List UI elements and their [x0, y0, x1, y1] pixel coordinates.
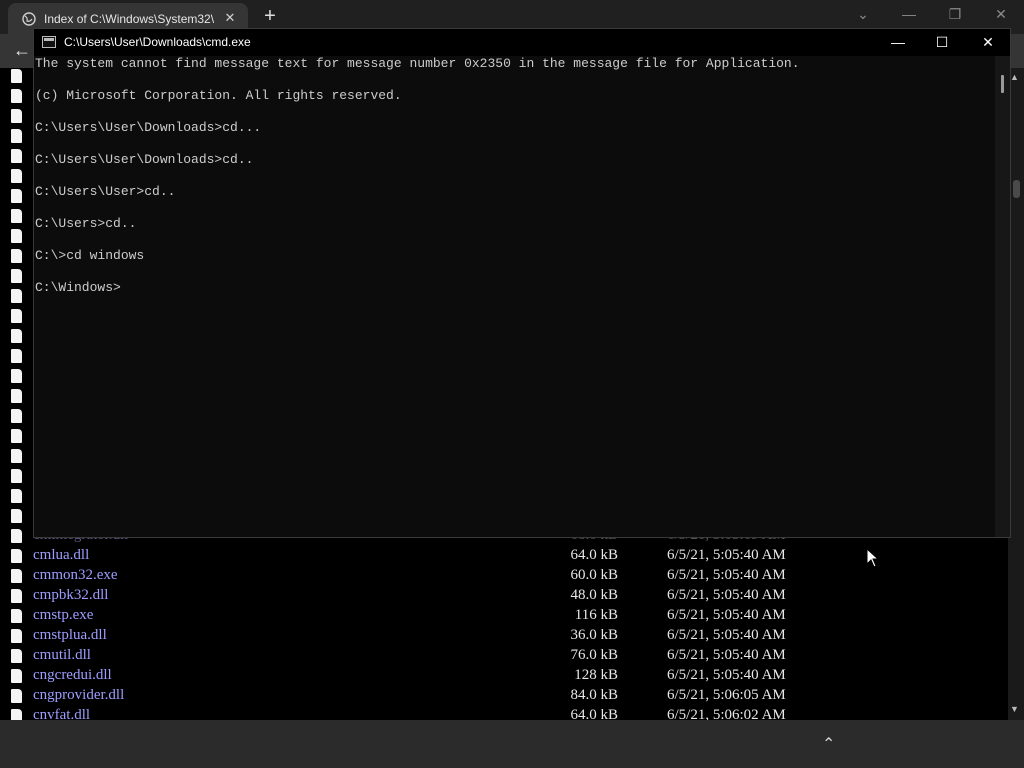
file-size: 76.0 kB: [570, 647, 618, 663]
chevron-up-icon[interactable]: ⌃: [822, 734, 835, 754]
file-date: 6/5/21, 5:06:05 AM: [667, 687, 786, 703]
file-icon: [11, 449, 22, 463]
file-icon: [11, 389, 22, 403]
console-line: C:\>cd windows: [35, 248, 145, 263]
file-icon: [11, 369, 22, 383]
scroll-down-arrow-icon[interactable]: ▼: [1010, 704, 1019, 714]
bottom-bar: [0, 720, 1024, 768]
table-row: cmlua.dll 64.0 kB 6/5/21, 5:05:40 AM: [0, 547, 1000, 567]
console-output[interactable]: The system cannot find message text for …: [34, 56, 994, 536]
file-name-link[interactable]: cngprovider.dll: [33, 687, 124, 704]
console-line: C:\Users\User\Downloads>cd..: [35, 152, 254, 167]
file-icon: [11, 329, 22, 343]
console-icon: [42, 36, 56, 48]
file-icon: [11, 509, 22, 523]
table-row: cmmon32.exe 60.0 kB 6/5/21, 5:05:40 AM: [0, 567, 1000, 587]
file-name-link[interactable]: cmmon32.exe: [33, 567, 118, 584]
file-name-link[interactable]: cmlua.dll: [33, 547, 89, 564]
restore-icon[interactable]: ❐: [945, 6, 965, 23]
table-row: cnvfat.dll 64.0 kB 6/5/21, 5:06:02 AM: [0, 707, 1000, 720]
file-name-link[interactable]: cmutil.dll: [33, 647, 91, 664]
file-icon: [11, 129, 22, 143]
file-name-link[interactable]: cmpbk32.dll: [33, 587, 108, 604]
file-icon: [11, 349, 22, 363]
file-size: 84.0 kB: [570, 687, 618, 703]
scroll-up-arrow-icon[interactable]: ▲: [1010, 72, 1019, 82]
file-icon: [11, 469, 22, 483]
file-icon: [11, 209, 22, 223]
file-size: 128 kB: [574, 667, 618, 683]
table-row: cmstplua.dll 36.0 kB 6/5/21, 5:05:40 AM: [0, 627, 1000, 647]
console-line: C:\Users\User\Downloads>cd...: [35, 120, 262, 135]
cmd-scrollbar[interactable]: [995, 56, 1010, 537]
cmd-maximize-button[interactable]: ☐: [927, 32, 957, 52]
page-scroll-thumb[interactable]: [1013, 180, 1020, 198]
cmd-close-button[interactable]: ✕: [973, 32, 1003, 52]
file-icon: [11, 229, 22, 243]
close-icon[interactable]: ✕: [991, 6, 1011, 23]
file-date: 6/5/21, 5:05:40 AM: [667, 627, 786, 643]
file-date: 6/5/21, 5:05:40 AM: [667, 667, 786, 683]
file-icon: [11, 89, 22, 103]
cmd-scroll-thumb[interactable]: [1001, 75, 1004, 93]
cmd-minimize-button[interactable]: —: [883, 32, 913, 52]
console-line: C:\Windows>: [35, 280, 121, 295]
file-name-link[interactable]: cmstplua.dll: [33, 627, 107, 644]
cmd-window-title: C:\Users\User\Downloads\cmd.exe: [64, 35, 251, 49]
file-icon: [11, 149, 22, 163]
console-line: The system cannot find message text for …: [35, 56, 800, 71]
file-size: 64.0 kB: [570, 707, 618, 720]
file-date: 6/5/21, 5:05:40 AM: [667, 567, 786, 583]
globe-icon: [22, 11, 36, 26]
back-arrow-icon[interactable]: ←: [10, 40, 34, 64]
mouse-cursor-icon: [866, 548, 880, 568]
file-icon: [11, 289, 22, 303]
file-size: 36.0 kB: [570, 627, 618, 643]
file-name-link[interactable]: cngcredui.dll: [33, 667, 112, 684]
file-icon: [11, 269, 22, 283]
cmd-titlebar[interactable]: C:\Users\User\Downloads\cmd.exe — ☐ ✕: [34, 29, 1010, 56]
file-icon: [11, 309, 22, 323]
file-date: 6/5/21, 5:05:40 AM: [667, 607, 786, 623]
file-date: 6/5/21, 5:05:40 AM: [667, 647, 786, 663]
file-size: 60.0 kB: [570, 567, 618, 583]
cmd-window[interactable]: C:\Users\User\Downloads\cmd.exe — ☐ ✕ Th…: [33, 28, 1011, 538]
file-icon: [11, 189, 22, 203]
table-row: cngprovider.dll 84.0 kB 6/5/21, 5:06:05 AM: [0, 687, 1000, 707]
chevron-down-icon[interactable]: ⌄: [853, 6, 873, 23]
file-name-link[interactable]: cnvfat.dll: [33, 707, 90, 720]
table-row: cmpbk32.dll 48.0 kB 6/5/21, 5:05:40 AM: [0, 587, 1000, 607]
file-icon: [11, 109, 22, 123]
file-icon: [11, 409, 22, 423]
file-date: 6/5/21, 5:05:40 AM: [667, 547, 786, 563]
file-size: 64.0 kB: [570, 547, 618, 563]
console-line: C:\Users\User>cd..: [35, 184, 176, 199]
file-icon: [11, 69, 22, 83]
file-name-link[interactable]: cmstp.exe: [33, 607, 93, 624]
minimize-icon[interactable]: —: [899, 6, 919, 22]
file-icon: [11, 489, 22, 503]
file-icon: [11, 429, 22, 443]
file-icon: [11, 169, 22, 183]
table-row: cmstp.exe 116 kB 6/5/21, 5:05:40 AM: [0, 607, 1000, 627]
file-date: 6/5/21, 5:05:40 AM: [667, 587, 786, 603]
console-line: (c) Microsoft Corporation. All rights re…: [35, 88, 402, 103]
file-size: 116 kB: [574, 607, 618, 623]
file-size: 48.0 kB: [570, 587, 618, 603]
table-row: cngcredui.dll 128 kB 6/5/21, 5:05:40 AM: [0, 667, 1000, 687]
file-date: 6/5/21, 5:06:02 AM: [667, 707, 786, 720]
table-row: cmutil.dll 76.0 kB 6/5/21, 5:05:40 AM: [0, 647, 1000, 667]
file-icon: [11, 249, 22, 263]
tab-title: Index of C:\Windows\System32\: [44, 11, 214, 26]
new-tab-icon[interactable]: +: [259, 6, 281, 26]
console-line: C:\Users>cd..: [35, 216, 137, 231]
tab-close-icon[interactable]: ✕: [222, 10, 238, 26]
